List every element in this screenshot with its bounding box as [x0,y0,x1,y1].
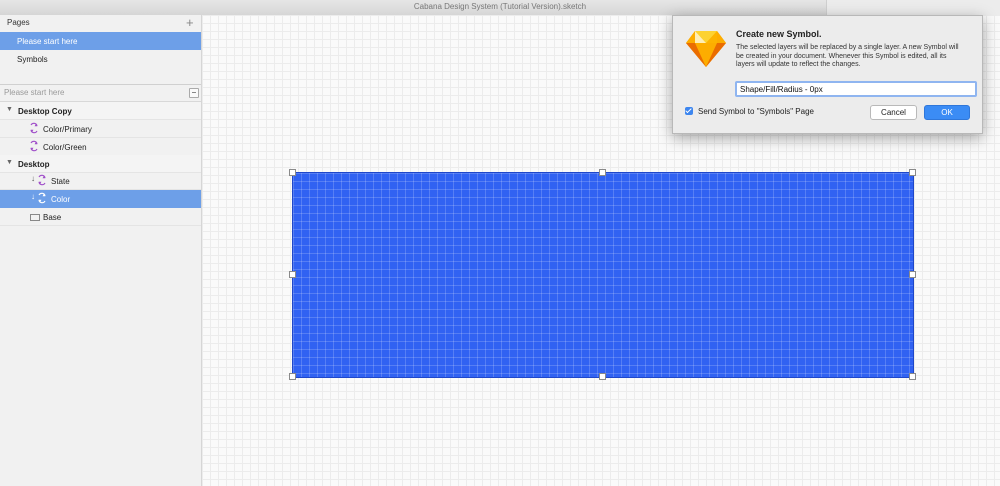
dialog-message: The selected layers will be replaced by … [736,44,959,68]
layer-color-primary[interactable]: Color/Primary [0,120,201,138]
layer-color[interactable]: ↓ Color [0,190,201,208]
create-symbol-dialog: Create new Symbol. The selected layers w… [672,15,983,134]
disclosure-triangle-icon[interactable]: ▼ [6,159,13,166]
page-item-symbols[interactable]: Symbols [0,50,201,68]
symbol-icon [30,140,38,152]
ok-button[interactable]: OK [924,105,970,120]
selected-shape[interactable] [292,172,914,378]
plus-icon[interactable]: + [186,15,194,30]
layer-label: Color/Primary [43,125,92,134]
resize-handle-top-left[interactable] [289,169,296,176]
page-item-label: Please start here [17,37,78,46]
page-item-label: Symbols [17,55,48,64]
pages-header: Pages + [0,15,201,32]
resize-handle-bottom-right[interactable] [909,373,916,380]
resize-handle-right[interactable] [909,271,916,278]
layer-filter-input[interactable] [4,87,174,98]
sidebar: Pages + Please start here Symbols ▼ Desk… [0,15,202,486]
symbol-icon [38,174,46,186]
resize-handle-bottom[interactable] [599,373,606,380]
cancel-button[interactable]: Cancel [870,105,917,120]
layer-group-desktop-copy[interactable]: ▼ Desktop Copy [0,102,201,120]
layer-base[interactable]: Base [0,208,201,226]
symbol-name-input[interactable] [735,81,977,97]
pages-label: Pages [7,18,30,27]
layer-color-green[interactable]: Color/Green [0,138,201,156]
resize-handle-bottom-left[interactable] [289,373,296,380]
layer-label: Desktop Copy [18,107,72,116]
layer-label: State [51,177,70,186]
layer-label: Desktop [18,160,50,169]
page-item-please-start-here[interactable]: Please start here [0,32,201,50]
layer-label: Base [43,213,62,222]
symbol-icon [30,122,38,134]
layer-label: Color/Green [43,143,87,152]
window-titlebar: Cabana Design System (Tutorial Version).… [0,0,1000,16]
mask-arrow-icon: ↓ [31,174,35,183]
layer-group-desktop[interactable]: ▼ Desktop [0,155,201,173]
mask-arrow-icon: ↓ [31,192,35,201]
titlebar-toolbar-segment [826,0,1000,15]
disclosure-triangle-icon[interactable]: ▼ [6,106,13,113]
dialog-title: Create new Symbol. [736,29,822,39]
rectangle-icon [30,214,40,221]
layer-label: Color [51,195,71,204]
collapse-all-icon[interactable] [189,88,199,98]
symbol-icon [38,192,46,204]
resize-handle-left[interactable] [289,271,296,278]
layer-state[interactable]: ↓ State [0,172,201,190]
send-to-symbols-page-checkbox[interactable] [685,107,693,115]
layer-filter-row [0,85,201,102]
resize-handle-top-right[interactable] [909,169,916,176]
send-to-symbols-page-label: Send Symbol to "Symbols" Page [698,107,814,116]
resize-handle-top[interactable] [599,169,606,176]
sketch-diamond-icon [686,31,726,67]
